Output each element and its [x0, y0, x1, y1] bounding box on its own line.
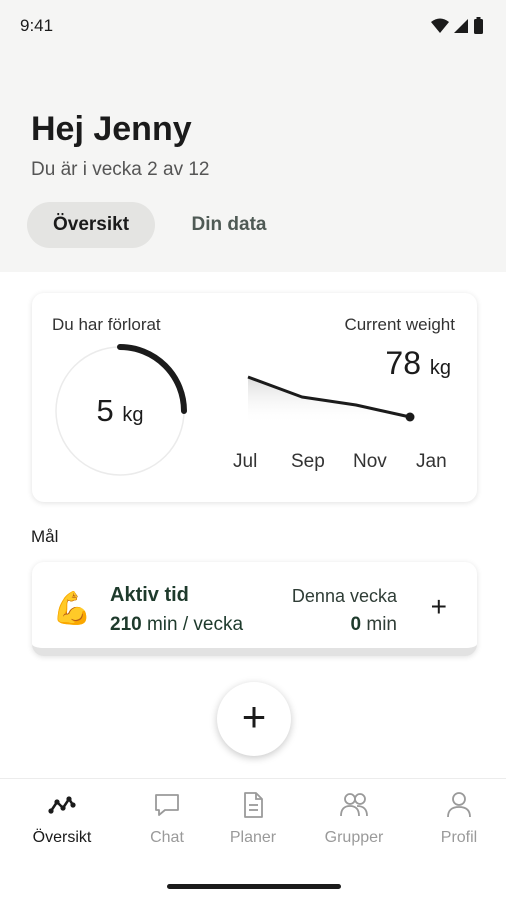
weight-lost-value: 5 kg — [50, 341, 190, 481]
document-icon — [244, 792, 263, 818]
weight-lost-unit: kg — [122, 404, 144, 426]
status-time: 9:41 — [20, 16, 54, 35]
bottom-navigation: Översikt Chat Planer Grupper Profil — [0, 778, 506, 900]
chat-bubble-icon — [155, 794, 179, 816]
group-icon — [340, 793, 368, 817]
nav-item-planer[interactable]: Planer — [203, 791, 303, 853]
weight-lost-number: 5 — [96, 393, 114, 428]
nav-label-oversikt: Översikt — [32, 829, 92, 846]
nav-item-profil[interactable]: Profil — [409, 791, 506, 853]
month-label-sep: Sep — [291, 451, 325, 472]
status-icons — [431, 17, 483, 34]
month-label-jan: Jan — [416, 451, 447, 472]
tab-din-data[interactable]: Din data — [170, 202, 288, 248]
week-progress-text: Du är i vecka 2 av 12 — [31, 159, 210, 180]
tab-oversikt[interactable]: Översikt — [27, 202, 155, 248]
nav-label-chat: Chat — [150, 829, 184, 846]
weight-summary-card[interactable]: Du har förlorat 5 kg Current weight 78 k… — [32, 293, 477, 502]
goal-week-unit: min — [366, 614, 397, 635]
nav-item-chat[interactable]: Chat — [117, 791, 217, 853]
nav-label-grupper: Grupper — [324, 829, 384, 846]
trend-icon — [48, 796, 76, 814]
home-indicator — [167, 884, 341, 889]
nav-item-grupper[interactable]: Grupper — [304, 791, 404, 853]
goal-target-value: 210 — [110, 614, 142, 635]
wifi-icon — [431, 18, 449, 33]
goal-week-value: 0 — [350, 614, 362, 635]
nav-item-oversikt[interactable]: Översikt — [12, 791, 112, 853]
month-label-jul: Jul — [233, 451, 258, 472]
current-weight-unit: kg — [429, 357, 451, 379]
person-icon — [447, 792, 471, 818]
weight-trend-chart — [247, 375, 415, 425]
flexed-biceps-icon: 💪 — [52, 590, 92, 626]
add-fab-button[interactable]: + — [217, 682, 291, 756]
status-bar: 9:41 — [0, 0, 506, 52]
nav-label-planer: Planer — [229, 829, 277, 846]
month-label-nov: Nov — [353, 451, 387, 472]
add-activity-button[interactable]: + — [431, 592, 447, 622]
greeting-title: Hej Jenny — [31, 110, 192, 148]
signal-icon — [454, 19, 468, 33]
goal-week-label: Denna vecka — [291, 586, 397, 606]
goal-card-active-time[interactable]: 💪 Aktiv tid 210 min / vecka Denna vecka … — [32, 562, 477, 656]
nav-label-profil: Profil — [440, 829, 478, 846]
weight-trend-current-point — [405, 412, 415, 422]
goal-title: Aktiv tid — [110, 584, 189, 606]
goal-week-progress: 0 min — [351, 614, 397, 636]
goal-target-unit: min / vecka — [146, 614, 244, 635]
current-weight-label: Current weight — [344, 315, 455, 334]
weight-lost-label: Du har förlorat — [52, 315, 161, 334]
goals-section-label: Mål — [31, 527, 59, 546]
goal-target: 210 min / vecka — [110, 614, 243, 636]
battery-icon — [474, 19, 483, 34]
